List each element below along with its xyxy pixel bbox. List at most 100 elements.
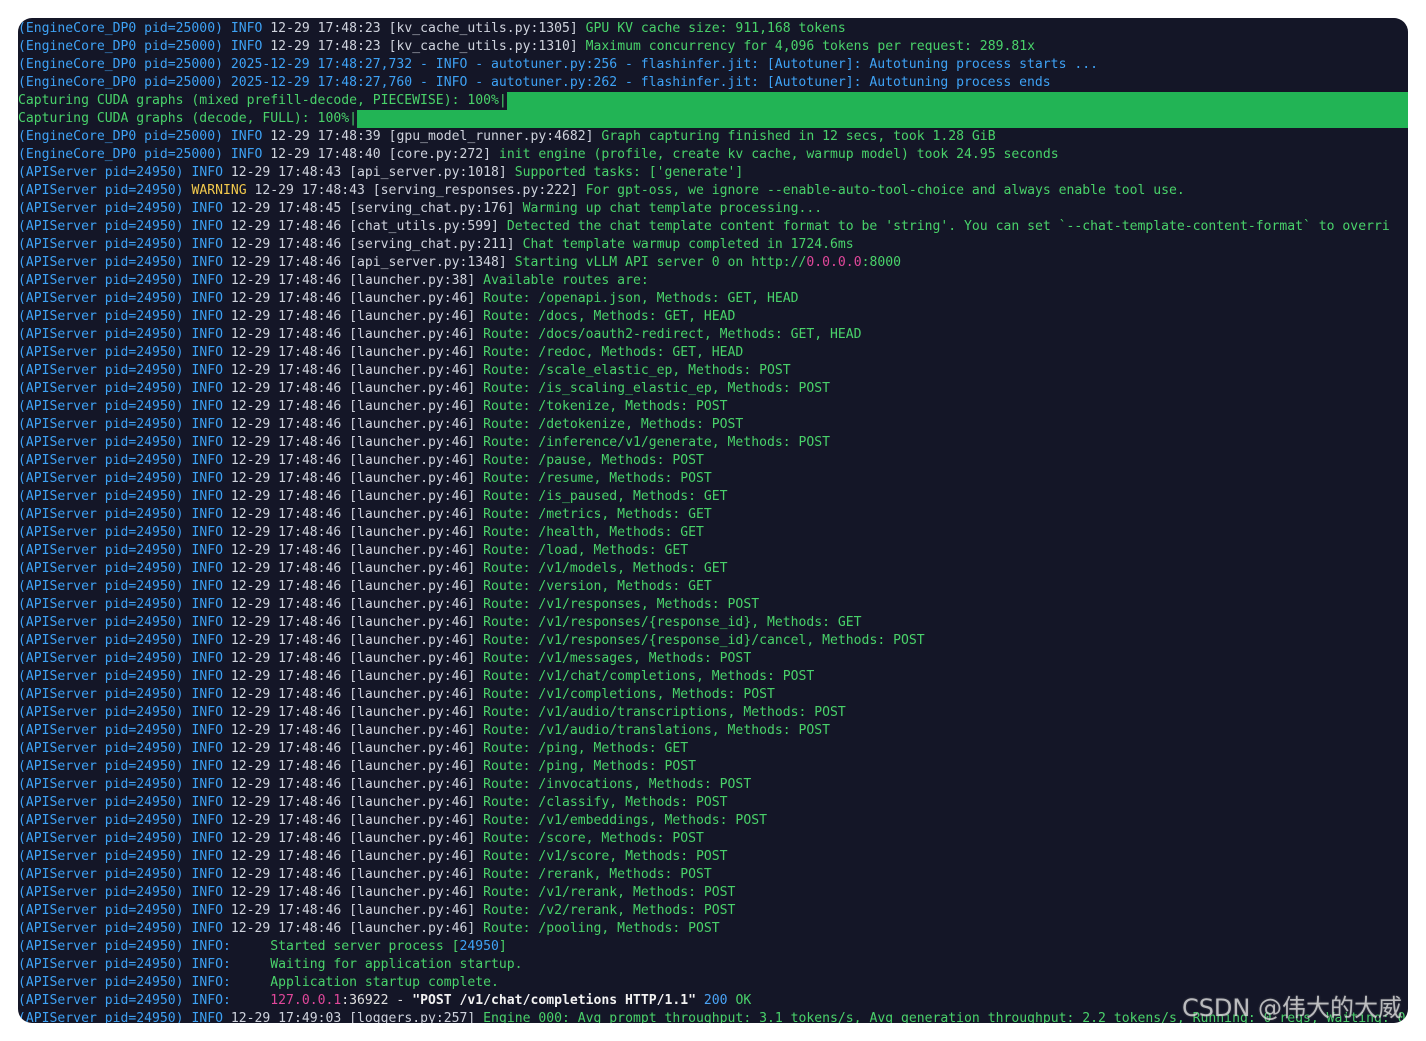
log-timestamp: 12-29 17:48:46 <box>230 867 342 882</box>
log-prefix: (APIServer pid=24950) <box>18 471 184 486</box>
log-message: Route: /is_scaling_elastic_ep, Methods: … <box>483 381 831 396</box>
log-level: INFO <box>191 849 223 864</box>
client-ip: 127.0.0.1 <box>270 993 342 1008</box>
http-status-text: OK <box>735 993 752 1008</box>
log-timestamp: 12-29 17:48:46 <box>230 885 342 900</box>
log-message: Route: /version, Methods: GET <box>483 579 712 594</box>
log-timestamp: 12-29 17:48:46 <box>230 507 342 522</box>
log-level: INFO <box>191 669 223 684</box>
log-prefix: (APIServer pid=24950) <box>18 327 184 342</box>
log-level: INFO <box>191 597 223 612</box>
log-level: INFO <box>191 453 223 468</box>
log-line: (APIServer pid=24950) INFO 12-29 17:48:4… <box>18 596 1408 614</box>
log-level: INFO <box>191 219 223 234</box>
log-line: (APIServer pid=24950) INFO 12-29 17:48:4… <box>18 344 1408 362</box>
log-level: INFO <box>191 435 223 450</box>
log-timestamp: 12-29 17:48:46 <box>230 561 342 576</box>
log-level: INFO <box>230 147 263 162</box>
log-prefix: (APIServer pid=24950) <box>18 705 184 720</box>
log-timestamp: 12-29 17:48:46 <box>230 705 342 720</box>
log-timestamp: 12-29 17:48:46 <box>230 219 342 234</box>
log-line: (APIServer pid=24950) INFO 12-29 17:48:4… <box>18 308 1408 326</box>
log-level: INFO <box>191 651 223 666</box>
log-message: Route: /v1/chat/completions, Methods: PO… <box>483 669 815 684</box>
log-level: INFO <box>191 687 223 702</box>
log-message: Route: /score, Methods: POST <box>483 831 704 846</box>
log-prefix: (APIServer pid=24950) <box>18 669 184 684</box>
log-timestamp: 12-29 17:48:46 <box>230 309 342 324</box>
log-source: [launcher.py:46] <box>349 363 476 378</box>
log-line: (APIServer pid=24950) INFO 12-29 17:48:4… <box>18 542 1408 560</box>
log-prefix: (APIServer pid=24950) <box>18 633 184 648</box>
log-source: [api_server.py:1018] <box>349 165 507 180</box>
log-line: (APIServer pid=24950) INFO 12-29 17:48:4… <box>18 326 1408 344</box>
log-message-tail: ] <box>498 939 507 954</box>
http-status-code: 200 <box>703 993 728 1008</box>
log-source: [launcher.py:46] <box>349 597 476 612</box>
log-line: (APIServer pid=24950) INFO 12-29 17:48:4… <box>18 488 1408 506</box>
log-line: (APIServer pid=24950) INFO 12-29 17:48:4… <box>18 416 1408 434</box>
log-message: Waiting for application startup. <box>270 957 523 972</box>
log-message: Warming up chat template processing... <box>522 201 823 216</box>
log-message: Route: /ping, Methods: POST <box>483 759 697 774</box>
log-prefix: (APIServer pid=24950) <box>18 525 184 540</box>
log-timestamp: 12-29 17:48:23 <box>270 21 381 36</box>
log-message: Route: /v1/responses/{response_id}, Meth… <box>483 615 862 630</box>
log-prefix: (APIServer pid=24950) <box>18 381 184 396</box>
log-prefix: (APIServer pid=24950) <box>18 777 184 792</box>
log-line: (APIServer pid=24950) INFO 12-29 17:48:4… <box>18 704 1408 722</box>
log-timestamp: 12-29 17:48:46 <box>230 759 342 774</box>
log-level: INFO <box>191 885 223 900</box>
log-message: Application startup complete. <box>270 975 499 990</box>
log-line: (APIServer pid=24950) WARNING 12-29 17:4… <box>18 182 1408 200</box>
log-source: [serving_chat.py:176] <box>349 201 515 216</box>
log-source: [launcher.py:46] <box>349 579 476 594</box>
log-line: (APIServer pid=24950) INFO 12-29 17:48:4… <box>18 920 1408 938</box>
log-source: [launcher.py:46] <box>349 795 476 810</box>
log-message: Chat template warmup completed in 1724.6… <box>522 237 854 252</box>
log-source: [launcher.py:46] <box>349 507 476 522</box>
log-message: Supported tasks: ['generate'] <box>514 165 744 180</box>
log-source: [launcher.py:46] <box>349 417 476 432</box>
log-message: Route: /docs, Methods: GET, HEAD <box>483 309 736 324</box>
log-prefix: (APIServer pid=24950) <box>18 399 184 414</box>
log-level: INFO <box>191 921 223 936</box>
log-timestamp: 12-29 17:48:46 <box>230 669 342 684</box>
log-prefix: (EngineCore_DP0 pid=25000) <box>18 39 223 54</box>
progress-label: Capturing CUDA graphs (mixed prefill-dec… <box>18 93 507 108</box>
log-source: [launcher.py:46] <box>349 345 476 360</box>
log-level: INFO <box>191 777 223 792</box>
log-line: (APIServer pid=24950) INFO: Started serv… <box>18 938 1408 956</box>
log-line: (APIServer pid=24950) INFO 12-29 17:48:4… <box>18 794 1408 812</box>
log-level: INFO <box>230 39 263 54</box>
log-message: Route: /tokenize, Methods: POST <box>483 399 728 414</box>
log-source: [serving_responses.py:222] <box>372 183 578 198</box>
log-output: (EngineCore_DP0 pid=25000) INFO 12-29 17… <box>18 18 1408 1023</box>
log-line: (APIServer pid=24950) INFO: Application … <box>18 974 1408 992</box>
log-source: [launcher.py:46] <box>349 381 476 396</box>
log-timestamp: 12-29 17:48:46 <box>230 345 342 360</box>
log-prefix: (EngineCore_DP0 pid=25000) <box>18 129 223 144</box>
log-timestamp: 12-29 17:48:46 <box>230 777 342 792</box>
terminal-window[interactable]: (EngineCore_DP0 pid=25000) INFO 12-29 17… <box>18 18 1408 1023</box>
log-source: [kv_cache_utils.py:1310] <box>388 39 578 54</box>
log-line: (APIServer pid=24950) INFO 12-29 17:48:4… <box>18 218 1408 236</box>
log-message: Route: /is_paused, Methods: GET <box>483 489 728 504</box>
log-line: (APIServer pid=24950) INFO 12-29 17:48:4… <box>18 254 1408 272</box>
log-source: [launcher.py:46] <box>349 921 476 936</box>
log-prefix: (APIServer pid=24950) <box>18 885 184 900</box>
log-line: (APIServer pid=24950) INFO 12-29 17:48:4… <box>18 452 1408 470</box>
log-level: INFO <box>191 363 223 378</box>
log-source: [launcher.py:46] <box>349 327 476 342</box>
log-timestamp: 12-29 17:48:46 <box>230 291 342 306</box>
log-line: (APIServer pid=24950) INFO 12-29 17:48:4… <box>18 614 1408 632</box>
log-timestamp: 12-29 17:48:46 <box>230 525 342 540</box>
log-timestamp: 12-29 17:48:46 <box>230 651 342 666</box>
log-timestamp: 12-29 17:48:45 <box>230 201 342 216</box>
log-prefix: (APIServer pid=24950) <box>18 543 184 558</box>
log-timestamp: 12-29 17:48:43 <box>230 165 342 180</box>
log-line: (APIServer pid=24950) INFO 12-29 17:48:4… <box>18 398 1408 416</box>
log-source: [launcher.py:46] <box>349 633 476 648</box>
log-prefix: (APIServer pid=24950) <box>18 921 184 936</box>
log-prefix: (APIServer pid=24950) <box>18 363 184 378</box>
